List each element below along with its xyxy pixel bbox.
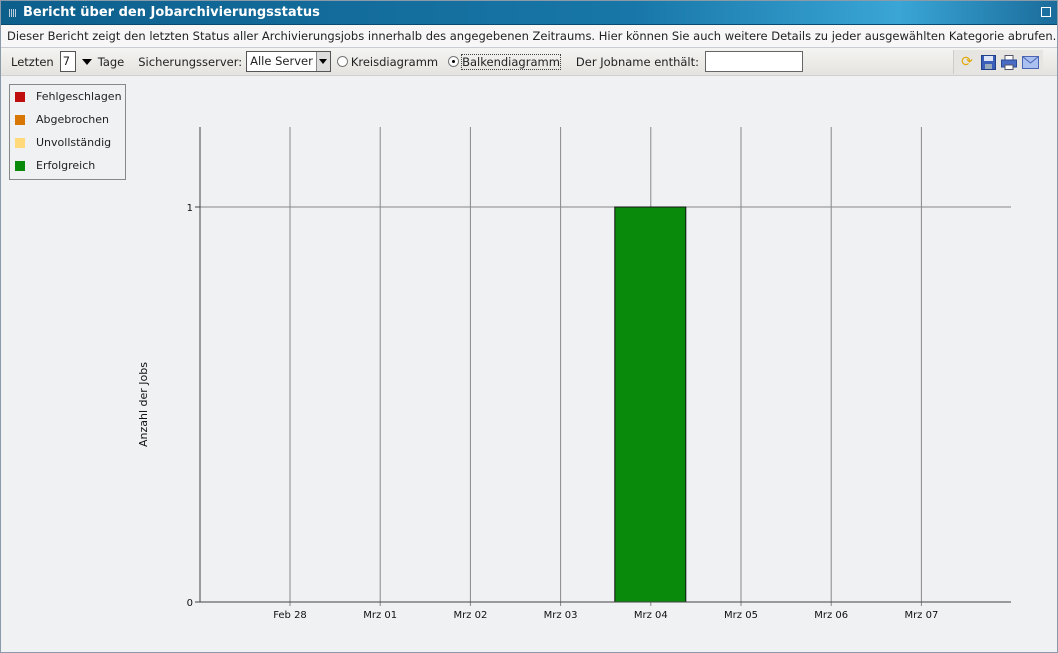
x-tick-label: Mrz 05	[724, 610, 758, 621]
days-label: Tage	[97, 54, 125, 69]
x-tick-label: Mrz 04	[634, 610, 668, 621]
bar-chart-radio[interactable]: Balkendiagramm	[448, 53, 561, 70]
days-dropdown-icon[interactable]	[81, 58, 92, 65]
server-value: Alle Server	[250, 54, 313, 68]
y-axis-label: Anzahl der Jobs	[137, 362, 150, 447]
x-tick-label: Mrz 02	[453, 610, 487, 621]
toolbar: Letzten 7 Tage Sicherungsserver: Alle Se…	[1, 48, 1057, 76]
x-tick-label: Mrz 06	[814, 610, 848, 621]
jobname-input[interactable]	[705, 51, 804, 72]
pie-chart-radio[interactable]: Kreisdiagramm	[336, 54, 439, 69]
refresh-icon[interactable]: ⟳	[958, 53, 976, 71]
y-tick-label: 1	[187, 203, 193, 214]
server-select[interactable]: Alle Server	[246, 51, 331, 72]
days-input[interactable]: 7	[59, 51, 76, 72]
x-tick-label: Mrz 07	[904, 610, 938, 621]
server-label: Sicherungsserver:	[138, 54, 243, 69]
x-tick-label: Mrz 01	[363, 610, 397, 621]
bar	[614, 206, 687, 603]
last-label: Letzten	[11, 54, 54, 69]
x-tick-label: Mrz 03	[544, 610, 578, 621]
print-icon[interactable]	[1000, 53, 1018, 71]
report-description: Dieser Bericht zeigt den letzten Status …	[1, 25, 1057, 48]
email-icon[interactable]	[1021, 53, 1039, 71]
action-icons: ⟳	[953, 50, 1043, 74]
title-bar: Bericht über den Jobarchivierungsstatus	[1, 1, 1057, 25]
jobname-label: Der Jobname enthält:	[575, 54, 700, 69]
bar-chart: Feb 28 Mrz 01 Mrz 02 Mrz 03 Mrz 04 Mrz 05 Mrz …	[137, 127, 1011, 621]
save-icon[interactable]	[979, 53, 997, 71]
x-tick-label: Feb 28	[273, 610, 307, 621]
window-title: Bericht über den Jobarchivierungsstatus	[23, 5, 320, 20]
pie-chart-label: Kreisdiagramm	[350, 54, 439, 69]
bar-chart-label: Balkendiagramm	[461, 53, 561, 70]
restore-icon[interactable]	[1041, 7, 1051, 17]
grip-icon	[9, 8, 17, 17]
y-tick-label: 0	[187, 598, 193, 609]
report-window: Bericht über den Jobarchivierungsstatus …	[0, 0, 1058, 653]
chevron-down-icon[interactable]	[315, 52, 330, 71]
